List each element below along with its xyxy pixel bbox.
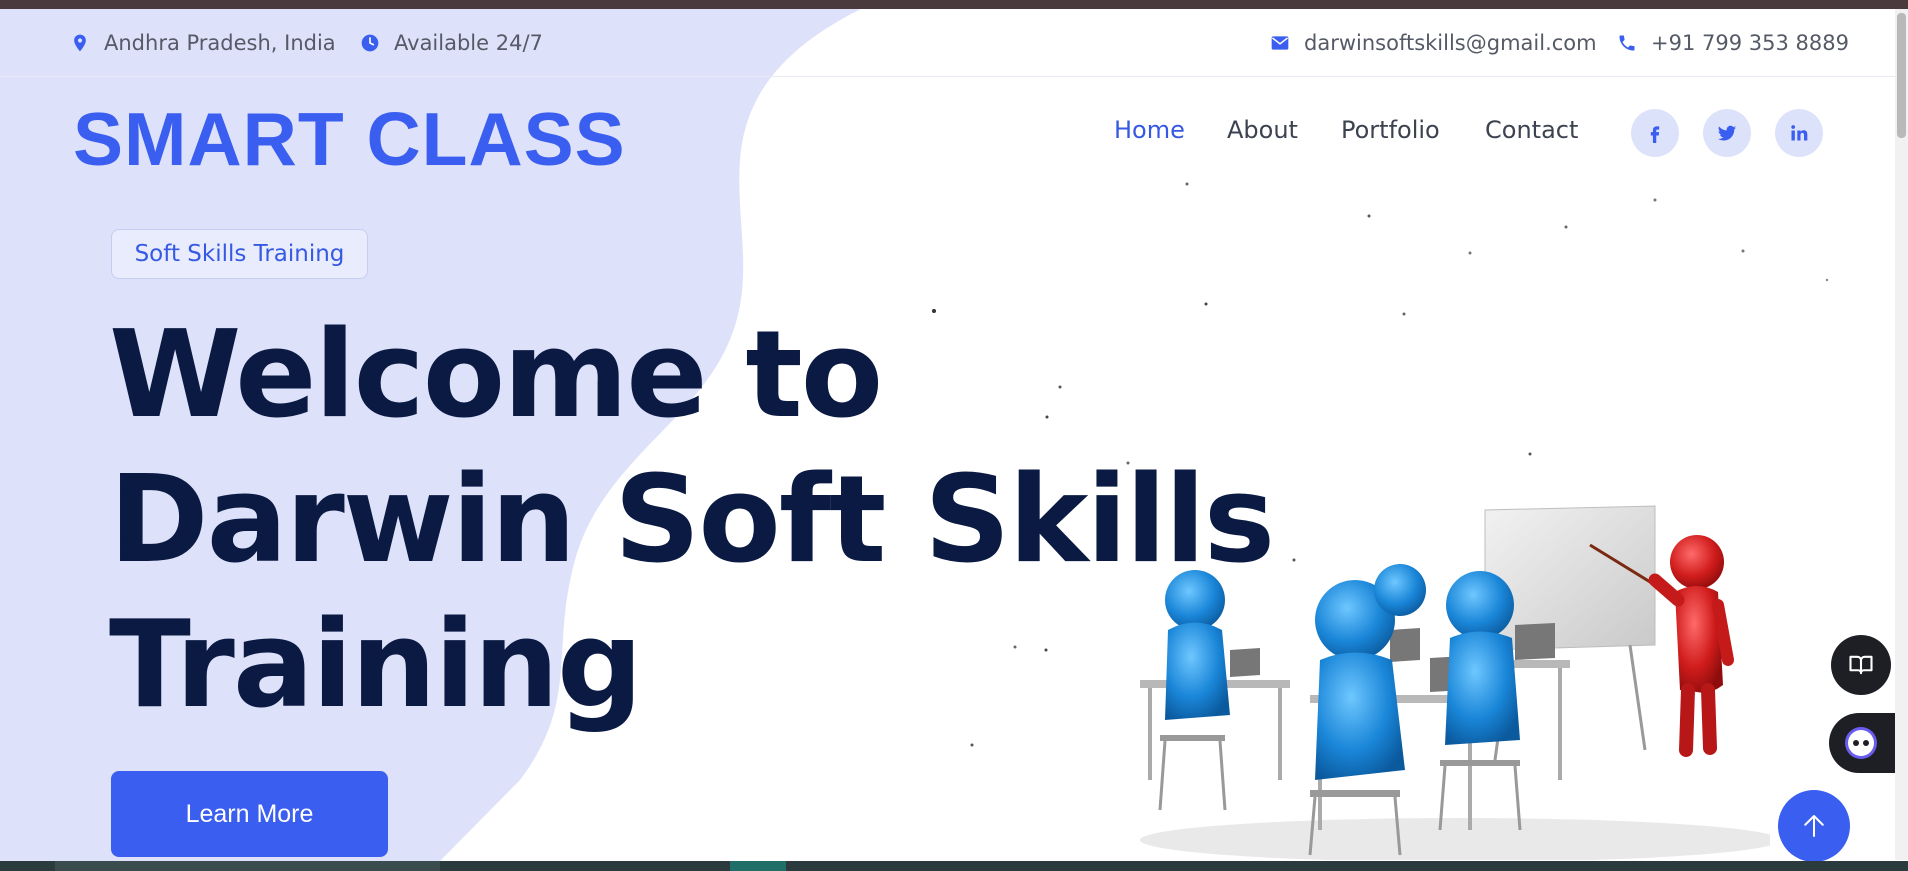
nav-home[interactable]: Home (1114, 116, 1185, 144)
hero-badge: Soft Skills Training (111, 229, 368, 279)
hero-headline: Welcome to Darwin Soft Skills Training (109, 303, 1275, 738)
facebook-button[interactable] (1631, 109, 1679, 157)
facebook-icon (1650, 126, 1660, 143)
email-link[interactable]: darwinsoftskills@gmail.com (1304, 31, 1597, 55)
map-pin-icon (74, 34, 86, 52)
hours-info: Available 24/7 (360, 31, 543, 55)
book-icon (1849, 655, 1873, 675)
os-taskbar (0, 861, 1908, 871)
hours-text: Available 24/7 (394, 31, 543, 55)
location-text: Andhra Pradesh, India (104, 31, 336, 55)
site-logo[interactable]: SMART CLASS (73, 96, 626, 182)
page-scrollbar[interactable] (1895, 9, 1908, 860)
headline-line-2: Darwin Soft Skills (109, 451, 1275, 590)
arrow-up-icon (1804, 815, 1824, 837)
taskbar-item[interactable] (55, 861, 440, 871)
contact-topbar: Andhra Pradesh, India Available 24/7 dar… (0, 9, 1895, 77)
taskbar-item[interactable] (730, 861, 786, 871)
scrollbar-thumb[interactable] (1897, 13, 1906, 138)
phone-icon (1619, 35, 1635, 51)
headline-line-1: Welcome to (109, 306, 883, 445)
phone-link[interactable]: +91 799 353 8889 (1651, 31, 1849, 55)
back-to-top-button[interactable] (1778, 790, 1850, 862)
email-info[interactable]: darwinsoftskills@gmail.com (1270, 31, 1597, 55)
linkedin-icon (1791, 125, 1808, 141)
twitter-icon (1717, 125, 1737, 141)
headline-line-3: Training (109, 596, 643, 735)
clock-icon (361, 34, 379, 52)
reader-button[interactable] (1831, 635, 1891, 695)
linkedin-button[interactable] (1775, 109, 1823, 157)
phone-info[interactable]: +91 799 353 8889 (1617, 31, 1849, 55)
envelope-icon (1271, 36, 1289, 50)
location-info: Andhra Pradesh, India (70, 31, 336, 55)
assistant-button[interactable] (1829, 713, 1901, 773)
browser-top-strip (0, 0, 1908, 9)
learn-more-button[interactable]: Learn More (111, 771, 388, 857)
nav-portfolio[interactable]: Portfolio (1341, 116, 1440, 144)
assistant-bot-icon (1845, 727, 1877, 759)
twitter-button[interactable] (1703, 109, 1751, 157)
nav-contact[interactable]: Contact (1485, 116, 1578, 144)
nav-about[interactable]: About (1227, 116, 1298, 144)
